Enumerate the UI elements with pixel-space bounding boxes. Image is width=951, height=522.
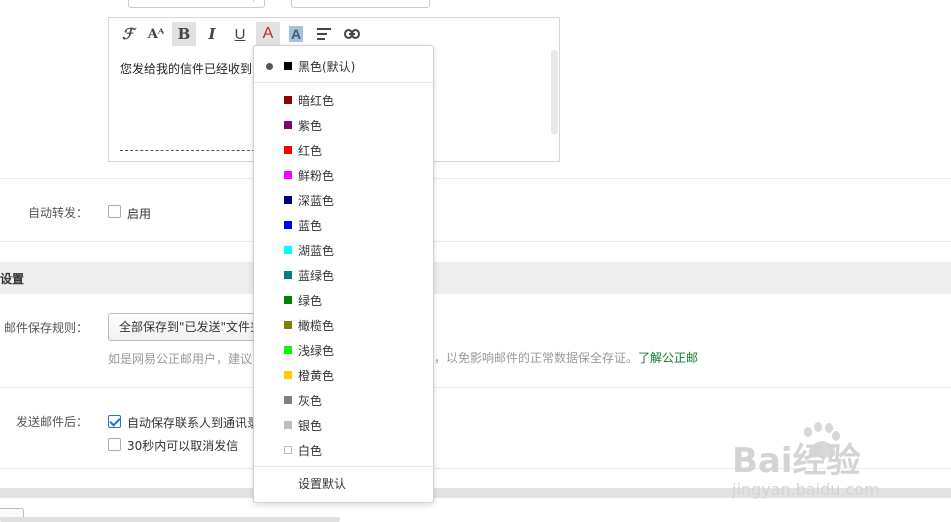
color-swatch bbox=[284, 171, 292, 179]
color-swatch bbox=[284, 62, 292, 70]
learn-more-link[interactable]: 了解公正邮 bbox=[638, 351, 698, 365]
editor-scrollbar[interactable] bbox=[551, 50, 558, 134]
color-option-label: 浅绿色 bbox=[298, 343, 335, 358]
color-swatch bbox=[284, 121, 292, 129]
color-option-label: 深蓝色 bbox=[298, 193, 335, 208]
watermark-brand: Bai经验 bbox=[732, 441, 861, 481]
color-option[interactable]: 深蓝色 bbox=[254, 189, 433, 211]
horizontal-scrollbar[interactable] bbox=[0, 517, 340, 522]
menu-divider bbox=[254, 82, 433, 83]
color-option-label: 橙黄色 bbox=[298, 368, 335, 383]
color-swatch bbox=[284, 96, 292, 104]
italic-icon[interactable]: I bbox=[200, 22, 224, 46]
color-swatch bbox=[284, 421, 292, 429]
color-option[interactable]: 湖蓝色 bbox=[254, 239, 433, 261]
top-input-right[interactable] bbox=[291, 0, 430, 8]
color-option[interactable]: 蓝色 bbox=[254, 214, 433, 236]
font-family-icon[interactable]: ℱ bbox=[116, 22, 140, 46]
color-option-label: 鲜粉色 bbox=[298, 168, 335, 183]
color-swatch bbox=[284, 196, 292, 204]
auto-forward-enable-label: 启用 bbox=[127, 207, 152, 221]
color-swatch bbox=[284, 221, 292, 229]
color-option[interactable]: 鲜粉色 bbox=[254, 164, 433, 186]
color-option-label: 暗红色 bbox=[298, 93, 335, 108]
section-title: 设置 bbox=[0, 272, 25, 286]
save-contacts-checkbox[interactable] bbox=[108, 415, 121, 428]
save-rule-hint-tail: ，以免影响邮件的正常数据保全存证。了解公正邮 bbox=[434, 351, 699, 365]
background-color-icon[interactable]: A bbox=[284, 22, 308, 46]
color-swatch bbox=[284, 371, 292, 379]
selected-dot-icon bbox=[266, 62, 273, 70]
color-swatch bbox=[284, 271, 292, 279]
undo-send-checkbox[interactable] bbox=[108, 438, 121, 451]
baidu-watermark-logo: Bai经验 jingyan.baidu.com bbox=[731, 422, 880, 499]
font-color-menu: 黑色(默认) 暗红色紫色红色鲜粉色深蓝色蓝色湖蓝色蓝绿色绿色橄榄色浅绿色橙黄色灰… bbox=[253, 45, 434, 503]
save-contacts-label: 自动保存联系人到通讯录 bbox=[127, 416, 260, 430]
color-swatch bbox=[284, 146, 292, 154]
section-header bbox=[0, 262, 951, 294]
set-default-option[interactable]: 设置默认 bbox=[254, 472, 433, 494]
watermark-url: jingyan.baidu.com bbox=[731, 480, 880, 499]
color-swatch bbox=[284, 321, 292, 329]
signature-divider bbox=[120, 150, 260, 151]
color-option[interactable]: 暗红色 bbox=[254, 89, 433, 111]
color-option-label: 蓝绿色 bbox=[298, 268, 335, 283]
color-option-default[interactable]: 黑色(默认) bbox=[254, 55, 433, 77]
top-input-left[interactable] bbox=[128, 0, 265, 8]
link-icon[interactable] bbox=[340, 22, 364, 46]
color-option[interactable]: 蓝绿色 bbox=[254, 264, 433, 286]
color-option-label: 银色 bbox=[298, 418, 323, 433]
color-option[interactable]: 浅绿色 bbox=[254, 339, 433, 361]
save-rule-hint: 如是网易公正邮用户，建议 bbox=[108, 352, 253, 366]
auto-forward-label: 自动转发： bbox=[27, 206, 88, 220]
editor-body-text[interactable]: 您发给我的信件已经收到 bbox=[120, 60, 252, 77]
color-swatch bbox=[284, 396, 292, 404]
color-option[interactable]: 银色 bbox=[254, 414, 433, 436]
color-option-label: 橄榄色 bbox=[298, 318, 335, 333]
divider bbox=[0, 178, 951, 179]
color-option-label: 绿色 bbox=[298, 293, 323, 308]
color-option-label: 蓝色 bbox=[298, 218, 323, 233]
divider bbox=[0, 241, 951, 242]
color-option[interactable]: 红色 bbox=[254, 139, 433, 161]
color-option-label: 红色 bbox=[298, 143, 323, 158]
align-icon[interactable] bbox=[312, 22, 336, 46]
save-rule-select[interactable]: 全部保存到"已发送"文件夹 bbox=[108, 313, 258, 341]
color-option[interactable]: 橙黄色 bbox=[254, 364, 433, 386]
menu-divider bbox=[254, 466, 433, 467]
color-option[interactable]: 绿色 bbox=[254, 289, 433, 311]
color-option-label: 灰色 bbox=[298, 393, 323, 408]
font-size-icon[interactable]: Aᴬ bbox=[144, 22, 168, 46]
color-option-label: 白色 bbox=[298, 443, 323, 458]
color-swatch bbox=[284, 346, 292, 354]
color-option[interactable]: 紫色 bbox=[254, 114, 433, 136]
color-option-label: 紫色 bbox=[298, 118, 323, 133]
color-swatch bbox=[284, 246, 292, 254]
bold-icon[interactable]: B bbox=[172, 22, 196, 46]
save-rule-label: 邮件保存规则： bbox=[3, 321, 88, 335]
color-option-label: 湖蓝色 bbox=[298, 243, 335, 258]
color-swatch bbox=[284, 296, 292, 304]
divider bbox=[0, 387, 951, 388]
color-option[interactable]: 白色 bbox=[254, 439, 433, 461]
after-send-label: 发送邮件后： bbox=[15, 415, 88, 429]
color-option[interactable]: 橄榄色 bbox=[254, 314, 433, 336]
undo-send-label: 30秒内可以取消发信 bbox=[127, 439, 239, 453]
color-swatch bbox=[284, 446, 292, 454]
font-color-icon[interactable]: A bbox=[256, 22, 280, 46]
auto-forward-checkbox[interactable] bbox=[108, 205, 121, 218]
underline-icon[interactable]: U bbox=[228, 22, 252, 46]
color-option[interactable]: 灰色 bbox=[254, 389, 433, 411]
